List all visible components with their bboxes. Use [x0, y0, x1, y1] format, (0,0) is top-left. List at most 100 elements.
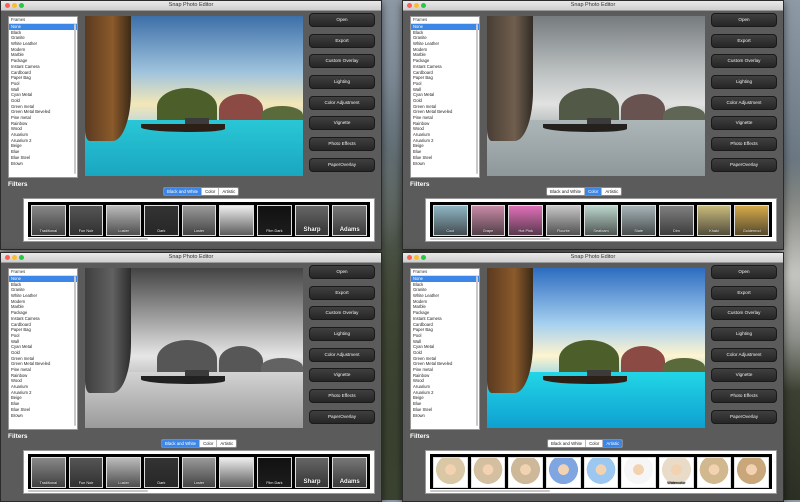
lighting-button[interactable]: Lighting	[711, 327, 777, 342]
filter-thumbnail[interactable]: Hot Pink	[508, 205, 544, 236]
tab-color[interactable]: Color	[200, 440, 218, 447]
paperoverlay-button[interactable]: PaperOverlay	[711, 157, 777, 172]
filter-thumbnail[interactable]: Luster	[181, 205, 217, 236]
frames-list-scrollbar[interactable]	[74, 276, 76, 426]
color-adjustment-button[interactable]: Color Adjustment	[309, 95, 375, 110]
color-adjustment-button[interactable]: Color Adjustment	[711, 95, 777, 110]
frame-item[interactable]: Brown	[9, 161, 77, 167]
open-button[interactable]: Open	[711, 265, 777, 279]
vignette-button[interactable]: Vignette	[309, 368, 375, 383]
tab-artistic[interactable]: Artistic	[603, 440, 623, 447]
open-button[interactable]: Open	[711, 13, 777, 27]
tab-black-and-white[interactable]: Black and White	[164, 188, 203, 195]
filter-strip-scrollbar[interactable]	[28, 490, 148, 492]
color-adjustment-button[interactable]: Color Adjustment	[309, 347, 375, 362]
tab-black-and-white[interactable]: Black and White	[162, 440, 201, 447]
tab-artistic[interactable]: Artistic	[602, 188, 621, 195]
color-adjustment-button[interactable]: Color Adjustment	[711, 347, 777, 362]
export-button[interactable]: Export	[711, 33, 777, 48]
lighting-button[interactable]: Lighting	[309, 327, 375, 342]
filter-thumbnail[interactable]: Luster	[181, 457, 217, 488]
filter-thumbnail[interactable]: Seafoam	[583, 205, 619, 236]
filter-thumbnail[interactable]: Luster	[106, 457, 142, 488]
lighting-button[interactable]: Lighting	[711, 75, 777, 90]
export-button[interactable]: Export	[309, 285, 375, 300]
title-bar[interactable]: Snap Photo Editor	[403, 253, 783, 263]
filter-thumbnail[interactable]	[621, 457, 657, 488]
frame-item[interactable]: Brown	[411, 161, 479, 167]
filter-thumbnail[interactable]	[508, 457, 544, 488]
filter-thumbnail[interactable]: Adams	[332, 457, 368, 488]
vignette-button[interactable]: Vignette	[309, 116, 375, 131]
tab-black-and-white[interactable]: Black and White	[547, 188, 586, 195]
frame-item[interactable]: Brown	[411, 413, 479, 419]
filter-thumbnail[interactable]	[433, 457, 468, 488]
filter-thumbnail[interactable]: Dark	[144, 457, 179, 488]
custom-overlay-button[interactable]: Custom Overlay	[711, 54, 777, 69]
title-bar[interactable]: Snap Photo Editor	[1, 1, 381, 11]
tab-color[interactable]: Color	[586, 440, 604, 447]
filter-thumbnail[interactable]	[219, 205, 255, 236]
filter-thumbnail[interactable]: Flourite	[546, 205, 581, 236]
filter-thumbnail[interactable]: Traditional	[31, 205, 66, 236]
filter-thumbnail[interactable]: Film Dark	[257, 457, 292, 488]
lighting-button[interactable]: Lighting	[309, 75, 375, 90]
filter-thumbnail[interactable]	[734, 457, 770, 488]
filter-thumbnail[interactable]: Film Dark	[257, 205, 292, 236]
filter-thumbnail[interactable]: Sharp	[294, 205, 330, 236]
frames-list[interactable]: Frames None Black Granite White Leather Mode…	[410, 16, 480, 178]
open-button[interactable]: Open	[309, 265, 375, 279]
export-button[interactable]: Export	[711, 285, 777, 300]
title-bar[interactable]: Snap Photo Editor	[1, 253, 381, 263]
export-button[interactable]: Export	[309, 33, 375, 48]
filter-thumbnail[interactable]: Fun Noir	[68, 457, 104, 488]
photo-effects-button[interactable]: Photo Effects	[309, 137, 375, 152]
vignette-button[interactable]: Vignette	[711, 116, 777, 131]
filter-thumbnail[interactable]: Cool	[433, 205, 468, 236]
tab-color[interactable]: Color	[202, 188, 220, 195]
paperoverlay-button[interactable]: PaperOverlay	[309, 409, 375, 424]
frames-list[interactable]: Frames None Black Granite White Leather Mode…	[8, 16, 78, 178]
photo-effects-button[interactable]: Photo Effects	[309, 389, 375, 404]
tab-artistic[interactable]: Artistic	[219, 188, 238, 195]
filter-thumbnail[interactable]: Traditional	[31, 457, 66, 488]
filter-strip-scrollbar[interactable]	[430, 490, 550, 492]
photo-effects-button[interactable]: Photo Effects	[711, 389, 777, 404]
paperoverlay-button[interactable]: PaperOverlay	[711, 409, 777, 424]
frames-list-scrollbar[interactable]	[476, 276, 478, 426]
filter-thumbnail[interactable]: Khaki	[696, 205, 732, 236]
filter-strip-scrollbar[interactable]	[28, 238, 148, 240]
filter-strip-scrollbar[interactable]	[430, 238, 550, 240]
frames-list[interactable]: Frames None Black Granite White Leather Mode…	[410, 268, 480, 430]
frames-list-scrollbar[interactable]	[476, 24, 478, 174]
paperoverlay-button[interactable]: PaperOverlay	[309, 157, 375, 172]
title-bar[interactable]: Snap Photo Editor	[403, 1, 783, 11]
frame-item[interactable]: Brown	[9, 413, 77, 419]
filter-thumbnail[interactable]	[470, 457, 506, 488]
frames-list-scrollbar[interactable]	[74, 24, 76, 174]
filter-thumbnail[interactable]: Sharp	[294, 457, 330, 488]
tab-black-and-white[interactable]: Black and White	[548, 440, 587, 447]
vignette-button[interactable]: Vignette	[711, 368, 777, 383]
custom-overlay-button[interactable]: Custom Overlay	[309, 54, 375, 69]
filter-thumbnail[interactable]: Fun Noir	[68, 205, 104, 236]
filter-thumbnail[interactable]	[219, 457, 255, 488]
open-button[interactable]: Open	[309, 13, 375, 27]
filter-thumbnail[interactable]: Watercolor	[659, 457, 694, 488]
custom-overlay-button[interactable]: Custom Overlay	[711, 306, 777, 321]
filter-thumbnail[interactable]: Adams	[332, 205, 368, 236]
filter-thumbnail[interactable]	[546, 457, 581, 488]
filter-thumbnail[interactable]: Slate	[621, 205, 657, 236]
filter-thumbnail[interactable]: Luster	[106, 205, 142, 236]
frames-list[interactable]: Frames None Black Granite White Leather Mode…	[8, 268, 78, 430]
filter-thumbnail[interactable]: Grape	[470, 205, 506, 236]
filter-thumbnail[interactable]: Goldenrod	[734, 205, 770, 236]
tab-artistic[interactable]: Artistic	[217, 440, 236, 447]
filter-thumbnail[interactable]	[583, 457, 619, 488]
filter-thumbnail[interactable]	[696, 457, 732, 488]
filter-thumbnail[interactable]: Dim	[659, 205, 694, 236]
custom-overlay-button[interactable]: Custom Overlay	[309, 306, 375, 321]
tab-color[interactable]: Color	[585, 188, 603, 195]
filter-thumbnail[interactable]: Dark	[144, 205, 179, 236]
photo-effects-button[interactable]: Photo Effects	[711, 137, 777, 152]
